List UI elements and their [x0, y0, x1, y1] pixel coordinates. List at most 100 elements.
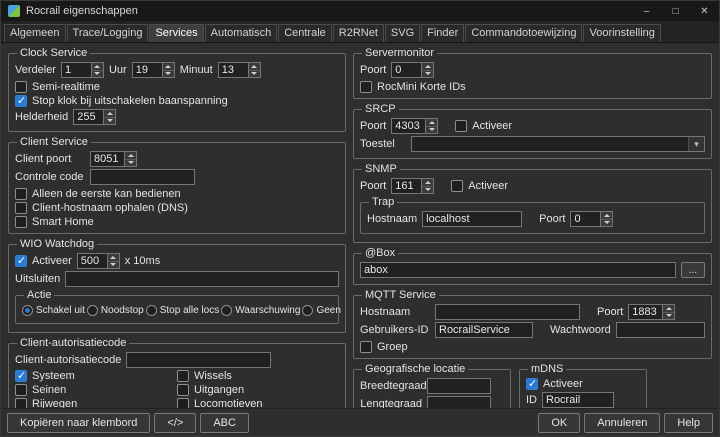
spinner-up-icon[interactable] [601, 212, 612, 220]
snmp-poort-spinner[interactable] [391, 178, 434, 194]
ok-button[interactable]: OK [538, 413, 580, 433]
spinner-buttons[interactable] [124, 151, 137, 167]
tab-svg[interactable]: SVG [385, 24, 420, 42]
toestel-combobox[interactable]: ▾ [411, 136, 705, 152]
spinner-buttons[interactable] [91, 62, 104, 78]
abc-button[interactable]: ABC [200, 413, 249, 433]
verdeler-input[interactable] [61, 62, 91, 78]
seinen-checkbox[interactable]: Seinen [15, 384, 177, 396]
wio-activeer-checkbox[interactable]: Activeer [15, 255, 72, 267]
groep-checkbox[interactable]: Groep [360, 341, 408, 353]
snmp-activeer-checkbox[interactable]: Activeer [451, 180, 508, 192]
spinner-buttons[interactable] [421, 178, 434, 194]
alleen-eerste-checkbox[interactable]: Alleen de eerste kan bedienen [15, 188, 181, 200]
spinner-buttons[interactable] [425, 118, 438, 134]
maximize-icon[interactable]: □ [661, 1, 690, 21]
spinner-down-icon[interactable] [104, 118, 115, 125]
mqtt-poort-spinner[interactable] [628, 304, 675, 320]
actie-radio-waarschuwing[interactable]: Waarschuwing [221, 305, 300, 316]
spinner-down-icon[interactable] [426, 127, 437, 134]
snmp-poort-input[interactable] [391, 178, 421, 194]
verdeler-spinner[interactable] [61, 62, 104, 78]
spinner-up-icon[interactable] [104, 110, 115, 118]
wissels-checkbox[interactable]: Wissels [177, 370, 339, 382]
spinner-down-icon[interactable] [422, 187, 433, 194]
spinner-down-icon[interactable] [163, 71, 174, 78]
mdns-id-input[interactable] [542, 392, 614, 408]
trap-poort-spinner[interactable] [570, 211, 613, 227]
tab-trace-logging[interactable]: Trace/Logging [67, 24, 149, 42]
spinner-down-icon[interactable] [422, 71, 433, 78]
tab-algemeen[interactable]: Algemeen [4, 24, 66, 42]
spinner-up-icon[interactable] [163, 63, 174, 71]
srcp-activeer-checkbox[interactable]: Activeer [455, 120, 512, 132]
spinner-buttons[interactable] [103, 109, 116, 125]
client-poort-input[interactable] [90, 151, 124, 167]
spinner-up-icon[interactable] [125, 152, 136, 160]
atbox-input[interactable] [360, 262, 676, 278]
servermonitor-poort-spinner[interactable] [391, 62, 434, 78]
tab-services[interactable]: Services [149, 24, 203, 42]
close-icon[interactable]: ✕ [690, 1, 719, 21]
atbox-browse-button[interactable]: ... [681, 262, 705, 278]
code-view-button[interactable]: </> [154, 413, 196, 433]
lengtegraad-input[interactable] [427, 396, 491, 408]
helderheid-input[interactable] [73, 109, 103, 125]
client-poort-spinner[interactable] [90, 151, 137, 167]
tab-finder[interactable]: Finder [421, 24, 464, 42]
spinner-down-icon[interactable] [249, 71, 260, 78]
srcp-poort-input[interactable] [391, 118, 425, 134]
spinner-up-icon[interactable] [422, 179, 433, 187]
controle-code-input[interactable] [90, 169, 195, 185]
spinner-buttons[interactable] [421, 62, 434, 78]
spinner-down-icon[interactable] [125, 160, 136, 167]
spinner-buttons[interactable] [248, 62, 261, 78]
wio-interval-input[interactable] [77, 253, 107, 269]
tab-automatisch[interactable]: Automatisch [205, 24, 278, 42]
spinner-down-icon[interactable] [108, 262, 119, 269]
spinner-buttons[interactable] [662, 304, 675, 320]
actie-radio-schakel-uit[interactable]: Schakel uit [22, 305, 85, 316]
smart-home-checkbox[interactable]: Smart Home [15, 216, 94, 228]
uur-input[interactable] [132, 62, 162, 78]
spinner-buttons[interactable] [600, 211, 613, 227]
spinner-up-icon[interactable] [663, 305, 674, 313]
actie-radio-geen[interactable]: Geen [302, 305, 340, 316]
spinner-buttons[interactable] [107, 253, 120, 269]
spinner-up-icon[interactable] [426, 119, 437, 127]
locomotieven-checkbox[interactable]: Locomotieven [177, 398, 339, 408]
uitgangen-checkbox[interactable]: Uitgangen [177, 384, 339, 396]
help-button[interactable]: Help [664, 413, 713, 433]
rocmini-korte-ids-checkbox[interactable]: RocMini Korte IDs [360, 81, 466, 93]
stop-klok-checkbox[interactable]: Stop klok bij uitschakelen baanspanning [15, 95, 228, 107]
srcp-poort-spinner[interactable] [391, 118, 438, 134]
systeem-checkbox[interactable]: Systeem [15, 370, 177, 382]
uitsluiten-input[interactable] [65, 271, 339, 287]
trap-hostnaam-input[interactable] [422, 211, 522, 227]
spinner-up-icon[interactable] [92, 63, 103, 71]
cancel-button[interactable]: Annuleren [584, 413, 660, 433]
uur-spinner[interactable] [132, 62, 175, 78]
gebruikers-id-input[interactable] [435, 322, 533, 338]
client-hostnaam-dns-checkbox[interactable]: Client-hostnaam ophalen (DNS) [15, 202, 188, 214]
mqtt-hostnaam-input[interactable] [435, 304, 580, 320]
breedtegraad-input[interactable] [427, 378, 491, 394]
wio-interval-spinner[interactable] [77, 253, 120, 269]
wachtwoord-input[interactable] [616, 322, 705, 338]
tab-voorinstelling[interactable]: Voorinstelling [583, 24, 660, 42]
spinner-down-icon[interactable] [92, 71, 103, 78]
actie-radio-noodstop[interactable]: Noodstop [87, 305, 144, 316]
spinner-buttons[interactable] [162, 62, 175, 78]
autorisatiecode-input[interactable] [126, 352, 271, 368]
spinner-up-icon[interactable] [422, 63, 433, 71]
trap-poort-input[interactable] [570, 211, 600, 227]
rijwegen-checkbox[interactable]: Rijwegen [15, 398, 177, 408]
spinner-up-icon[interactable] [249, 63, 260, 71]
tab-commandotoewijzing[interactable]: Commandotoewijzing [465, 24, 582, 42]
spinner-down-icon[interactable] [663, 313, 674, 320]
chevron-down-icon[interactable]: ▾ [688, 137, 704, 151]
actie-radio-stop-alle-locs[interactable]: Stop alle locs [146, 305, 219, 316]
minuut-input[interactable] [218, 62, 248, 78]
minimize-icon[interactable]: – [632, 1, 661, 21]
tab-centrale[interactable]: Centrale [278, 24, 332, 42]
